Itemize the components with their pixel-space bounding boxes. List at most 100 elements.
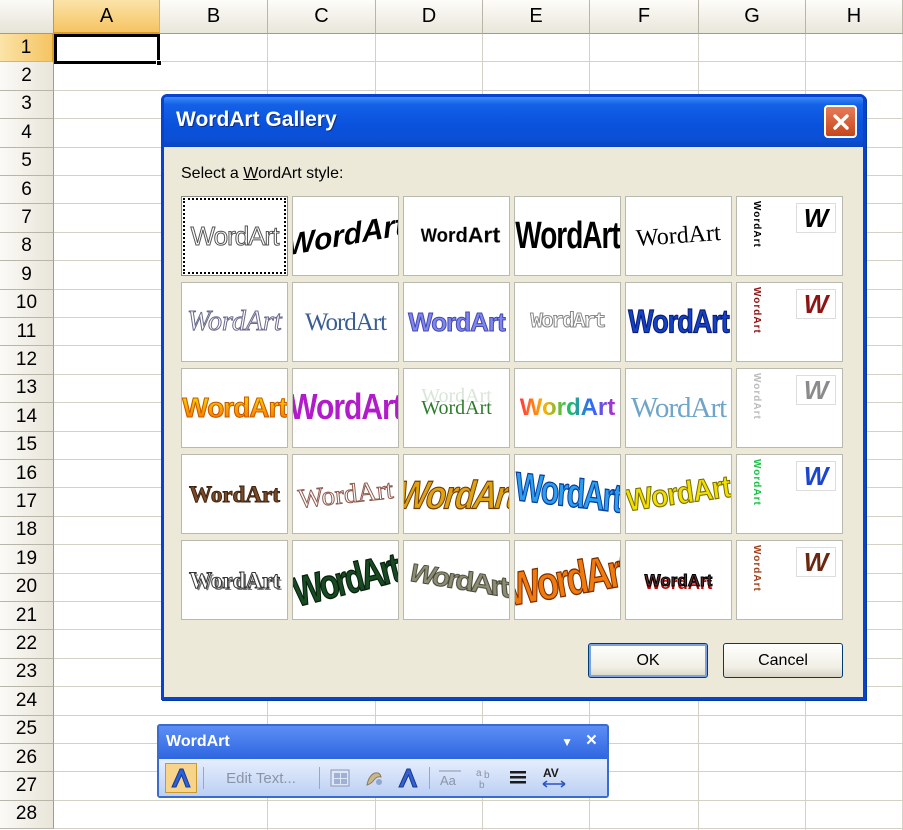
column-header-b[interactable]: B: [160, 0, 268, 34]
row-header-19[interactable]: 19: [0, 545, 54, 574]
style-sample: WordArt: [530, 310, 607, 334]
wordart-style-option[interactable]: WordArt: [181, 282, 288, 362]
column-header-g[interactable]: G: [699, 0, 806, 34]
row-header-15[interactable]: 15: [0, 431, 54, 460]
wordart-style-option[interactable]: WordArt: [625, 282, 732, 362]
row-header-12[interactable]: 12: [0, 346, 54, 375]
row-header-14[interactable]: 14: [0, 403, 54, 432]
wordart-shape-icon: [398, 768, 418, 788]
row-header-8[interactable]: 8: [0, 232, 54, 262]
toolbar-separator: [319, 767, 320, 789]
wordart-style-option[interactable]: WordArt W: [736, 282, 843, 362]
close-button[interactable]: [824, 105, 857, 138]
row-header-18[interactable]: 18: [0, 516, 54, 546]
wordart-style-option[interactable]: WordArt: [181, 540, 288, 620]
style-sample: WordArt: [421, 397, 492, 419]
row-header-9[interactable]: 9: [0, 261, 54, 290]
dialog-titlebar[interactable]: WordArt Gallery: [164, 97, 863, 147]
row-header-5[interactable]: 5: [0, 147, 54, 176]
wordart-style-option[interactable]: WordArt: [403, 454, 510, 534]
character-spacing-icon: AV: [542, 766, 566, 788]
wordart-style-grid: WordArt WordArt WordArt WordArt WordArt WordA…: [181, 196, 845, 624]
wordart-style-option[interactable]: WordArt: [181, 368, 288, 448]
same-letter-heights-button[interactable]: Aa: [435, 763, 465, 793]
row-header-17[interactable]: 17: [0, 488, 54, 517]
row-header-7[interactable]: 7: [0, 204, 54, 233]
row-header-20[interactable]: 20: [0, 573, 54, 602]
column-header-a[interactable]: A: [54, 0, 160, 34]
column-header-f[interactable]: F: [590, 0, 699, 34]
wordart-style-option[interactable]: WordArt: [514, 540, 621, 620]
vertical-text-button[interactable]: a b b: [469, 763, 499, 793]
row-header-3[interactable]: 3: [0, 90, 54, 120]
wordart-shape-button[interactable]: [393, 763, 423, 793]
row-header-4[interactable]: 4: [0, 119, 54, 148]
fill-handle[interactable]: [156, 60, 162, 66]
row-header-27[interactable]: 27: [0, 772, 54, 801]
wordart-style-option[interactable]: WordArt: [625, 454, 732, 534]
wordart-style-option[interactable]: WordArt W: [736, 196, 843, 276]
style-sample: WordArt: [635, 220, 722, 252]
character-spacing-button[interactable]: AV: [537, 763, 571, 793]
row-header-2[interactable]: 2: [0, 62, 54, 91]
row-header-21[interactable]: 21: [0, 602, 54, 631]
wordart-style-option[interactable]: WordArt: [292, 196, 399, 276]
format-wordart-button[interactable]: [359, 763, 389, 793]
wordart-style-option[interactable]: WordArt: [292, 540, 399, 620]
row-header-24[interactable]: 24: [0, 687, 54, 716]
wordart-style-option[interactable]: WordArt: [181, 454, 288, 534]
wordart-style-option[interactable]: WordArt: [292, 282, 399, 362]
wordart-style-option[interactable]: WordArt: [514, 454, 621, 534]
column-header-c[interactable]: C: [268, 0, 376, 34]
toolbar-titlebar[interactable]: WordArt ▼ ×: [159, 726, 607, 759]
wordart-style-option[interactable]: WordArt: [292, 454, 399, 534]
svg-text:b: b: [484, 770, 490, 781]
wordart-style-option[interactable]: WordArt: [403, 368, 510, 448]
wordart-style-option[interactable]: WordArt W: [736, 454, 843, 534]
wordart-alignment-button[interactable]: [503, 763, 533, 793]
ok-button[interactable]: OK: [588, 643, 708, 678]
wordart-gallery-button[interactable]: [325, 763, 355, 793]
select-all-corner[interactable]: [0, 0, 54, 34]
edit-text-button[interactable]: Edit Text...: [209, 763, 313, 793]
row-header-25[interactable]: 25: [0, 715, 54, 744]
wordart-style-option[interactable]: WordArt: [403, 196, 510, 276]
wordart-style-option[interactable]: WordArt W: [736, 540, 843, 620]
wordart-style-option[interactable]: WordArt: [292, 368, 399, 448]
column-header-e[interactable]: E: [483, 0, 590, 34]
row-header-23[interactable]: 23: [0, 658, 54, 688]
wordart-style-option[interactable]: WordArt: [514, 196, 621, 276]
row-header-26[interactable]: 26: [0, 744, 54, 773]
insert-wordart-button[interactable]: [165, 763, 197, 793]
column-header-h[interactable]: H: [806, 0, 903, 34]
style-sample: WordArt: [408, 307, 507, 337]
style-sample: WordArt: [296, 473, 395, 514]
wordart-style-option[interactable]: WordArt: [514, 368, 621, 448]
wordart-style-option[interactable]: WordArt: [625, 196, 732, 276]
row-header-6[interactable]: 6: [0, 176, 54, 205]
wordart-style-option[interactable]: WordArt W: [736, 368, 843, 448]
accelerator-key: W: [243, 165, 259, 182]
same-letter-heights-icon: Aa: [439, 770, 461, 788]
wordart-style-option[interactable]: WordArt: [181, 196, 288, 276]
row-header-11[interactable]: 11: [0, 318, 54, 347]
wordart-style-option[interactable]: WordArt: [625, 368, 732, 448]
toolbar-close-button[interactable]: ×: [586, 730, 597, 752]
column-header-d[interactable]: D: [376, 0, 483, 34]
wordart-style-option[interactable]: WordArt: [514, 282, 621, 362]
style-sample: WordArt: [189, 567, 281, 593]
style-sample: WordArt: [403, 559, 509, 606]
cancel-button[interactable]: Cancel: [723, 643, 843, 678]
row-header-1[interactable]: 1: [0, 34, 54, 63]
toolbar-options-dropdown[interactable]: ▼: [561, 735, 573, 749]
row-header-22[interactable]: 22: [0, 630, 54, 659]
style-sample-vertical: WordArt: [751, 201, 762, 248]
wordart-style-option[interactable]: WordArt: [403, 282, 510, 362]
row-header-28[interactable]: 28: [0, 800, 54, 830]
wordart-style-option[interactable]: WordArt: [625, 540, 732, 620]
row-header-13[interactable]: 13: [0, 374, 54, 404]
row-header-10[interactable]: 10: [0, 289, 54, 318]
active-cell-a1[interactable]: [54, 34, 160, 64]
wordart-style-option[interactable]: WordArt: [403, 540, 510, 620]
row-header-16[interactable]: 16: [0, 460, 54, 489]
